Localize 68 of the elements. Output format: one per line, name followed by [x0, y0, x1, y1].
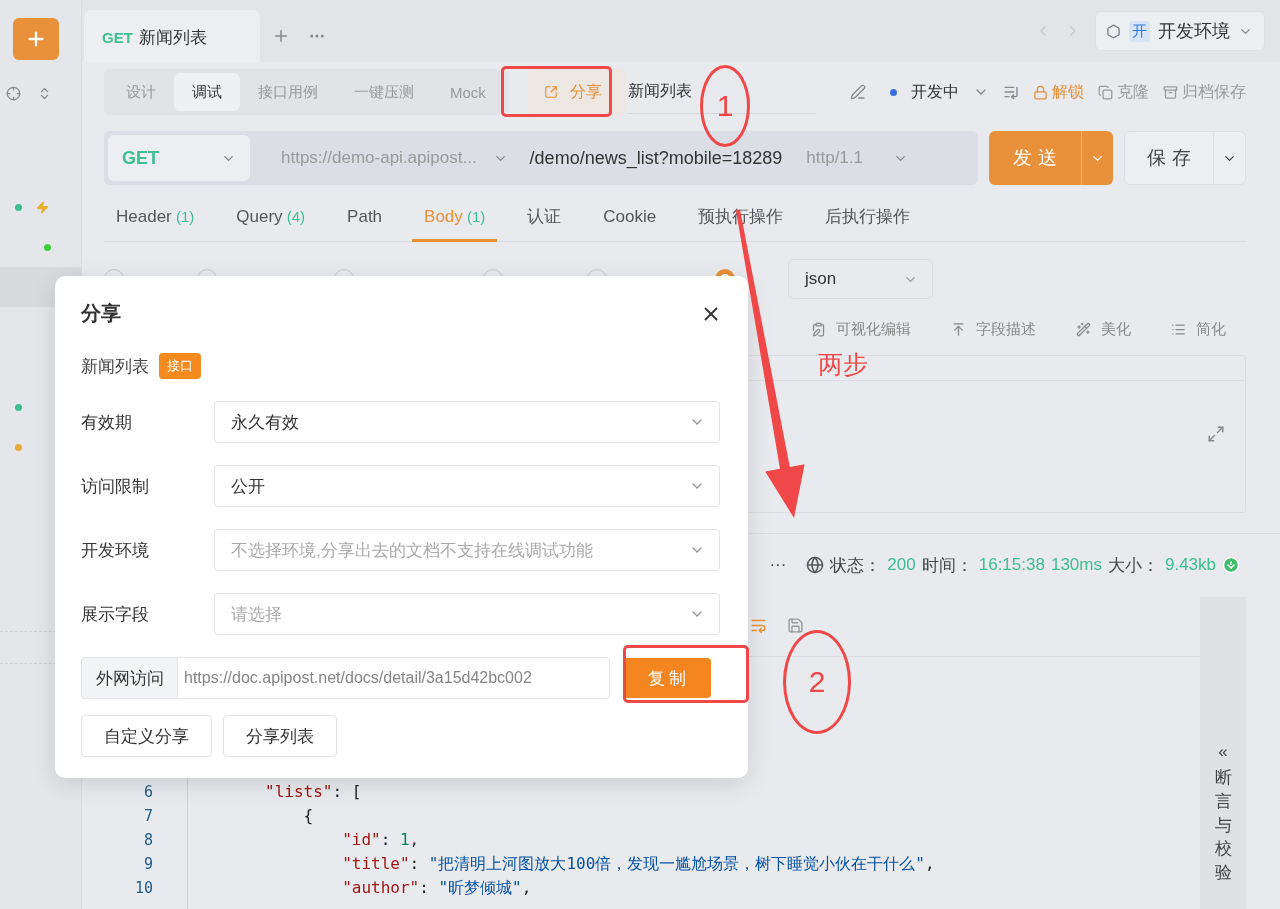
clipboard-pen-icon — [811, 321, 826, 337]
param-tab[interactable]: Cookie — [591, 194, 669, 242]
field-label: 访问限制 — [81, 475, 150, 498]
add-button[interactable] — [13, 18, 59, 60]
new-tab-icon[interactable] — [272, 27, 290, 45]
dialog-button[interactable]: 自定义分享 — [81, 715, 212, 757]
mode-tab[interactable]: 调试 — [174, 73, 240, 111]
annotation-note: 两步 — [818, 349, 869, 380]
param-tab[interactable]: Path — [335, 194, 395, 242]
param-tab[interactable]: Query (4) — [224, 194, 318, 242]
list-icon — [1171, 321, 1186, 337]
assertion-panel[interactable]: « 断言与校验 — [1200, 597, 1246, 909]
format-select[interactable]: json — [788, 259, 933, 299]
status-dot — [890, 88, 897, 96]
crosshair-icon[interactable] — [6, 86, 21, 101]
response-time: 16:15:38 — [978, 555, 1045, 575]
more-text[interactable]: ··· — [769, 555, 787, 575]
field-label: 有效期 — [81, 411, 133, 434]
archive-icon — [1163, 84, 1178, 100]
code-line: "title": "把清明上河图放大100倍，发现一尴尬场景，树下睡觉小伙在干什么", — [341, 853, 936, 875]
status-label: 状态： — [830, 554, 882, 577]
line-number: 9 — [143, 854, 153, 875]
duration: 130ms — [1050, 555, 1102, 575]
link-field[interactable]: https://doc.apipost.net/docs/detail/3a15d42bc002 — [177, 657, 610, 699]
collapse-arrow[interactable]: « — [1218, 742, 1228, 762]
time-label: 时间： — [921, 554, 973, 577]
panel-label: 断言与校验 — [1214, 767, 1232, 885]
api-name: 新闻列表 — [81, 355, 149, 378]
code-line: "id": 1, — [341, 829, 421, 851]
edit-icon[interactable] — [850, 84, 866, 100]
copy-icon — [1098, 84, 1113, 100]
dialog-button[interactable]: 分享列表 — [223, 715, 337, 757]
line-number: 6 — [143, 782, 153, 803]
globe-icon — [806, 556, 825, 574]
field-addon: 外网访问 — [81, 657, 177, 699]
type-tag: 接口 — [159, 353, 201, 379]
environment-select[interactable]: 开 开发环境 — [1095, 11, 1265, 51]
param-tab[interactable]: 后执行操作 — [813, 194, 923, 242]
param-tab[interactable]: 认证 — [515, 194, 574, 242]
code-line: "author": "昕梦倾城", — [341, 877, 533, 899]
hexagon-icon — [1106, 23, 1121, 39]
param-tab[interactable]: Header (1) — [104, 194, 207, 242]
lightning-icon — [36, 200, 49, 214]
code-line: { — [302, 805, 315, 827]
download-icon[interactable] — [1222, 556, 1240, 574]
list-end-icon[interactable] — [1003, 84, 1019, 100]
line-number: 7 — [143, 806, 153, 827]
size-label: 大小： — [1107, 554, 1159, 577]
field-label: 开发环境 — [81, 539, 150, 562]
line-number: 8 — [143, 830, 153, 851]
response-size: 9.43kb — [1164, 555, 1216, 575]
share-icon — [543, 85, 558, 99]
code-line: "lists": [ — [264, 781, 363, 803]
save-icon[interactable] — [787, 616, 804, 634]
select-field[interactable]: 公开 — [214, 465, 720, 507]
dialog-title: 分享 — [81, 301, 121, 326]
field-label: 展示字段 — [81, 603, 150, 626]
status-text[interactable]: 开发中 — [911, 81, 959, 103]
url-path-field[interactable]: /demo/news_list?mobile=18289 — [529, 147, 783, 169]
lock-icon — [1033, 84, 1048, 100]
document-tab[interactable]: GET 新闻列表 — [84, 10, 260, 62]
select-field[interactable]: 永久有效 — [214, 401, 720, 443]
step-number: 1 — [700, 65, 750, 147]
line-number: 10 — [134, 878, 153, 899]
wand-icon — [1076, 321, 1091, 337]
step-number: 2 — [783, 630, 851, 734]
upload-icon — [951, 321, 966, 337]
status-code: 200 — [887, 555, 916, 575]
